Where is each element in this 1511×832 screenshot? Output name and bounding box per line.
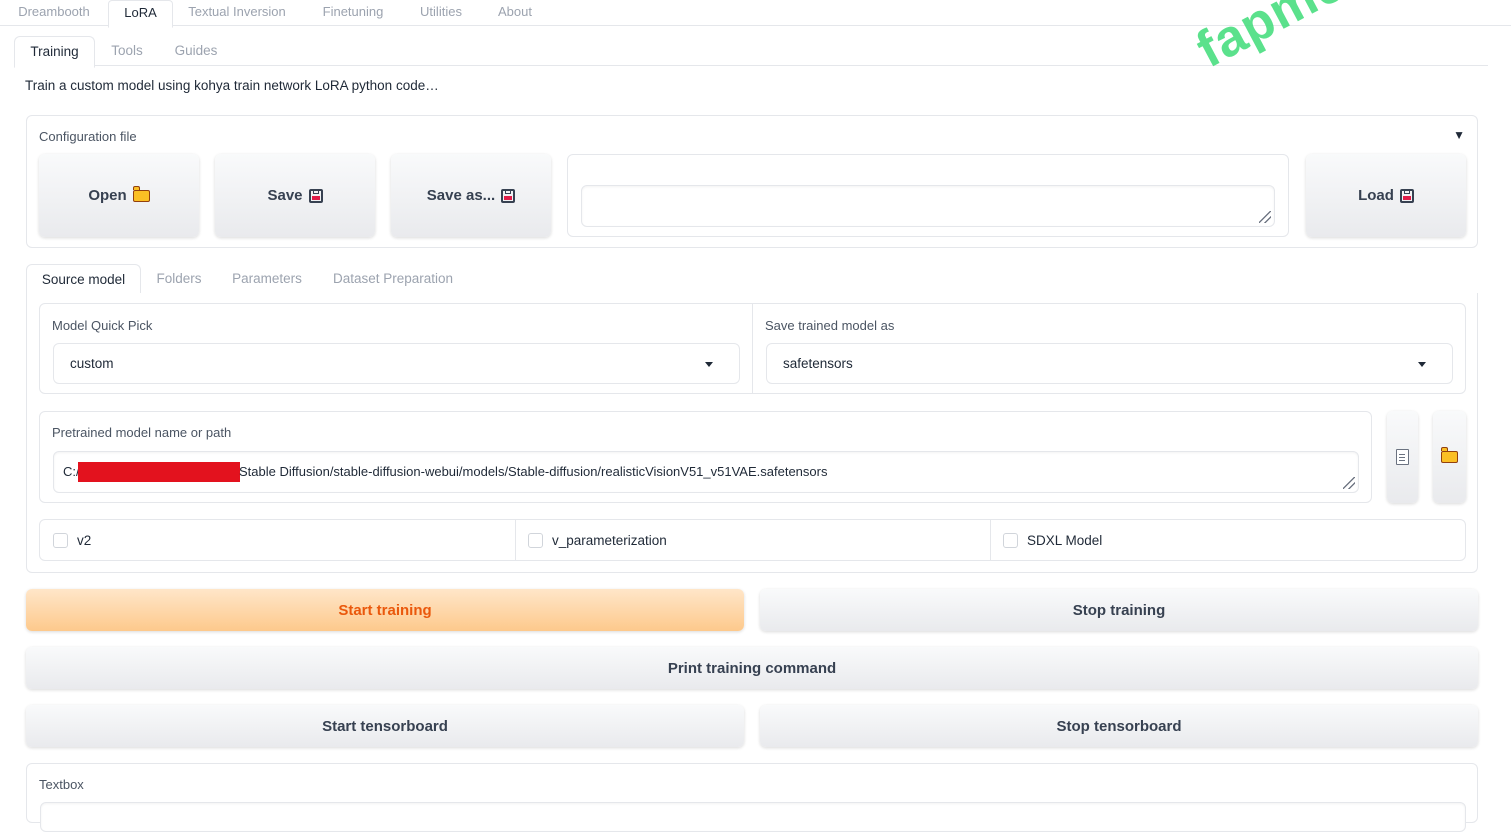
model-options-row: Model Quick Pick custom Save trained mod… — [39, 303, 1466, 394]
model-quick-pick-dropdown[interactable]: custom — [53, 343, 740, 384]
select-model-folder-button[interactable] — [1433, 411, 1466, 503]
tab-source-model[interactable]: Source model — [26, 264, 141, 296]
tab-textual-inversion[interactable]: Textual Inversion — [178, 0, 296, 26]
stop-tensorboard-button[interactable]: Stop tensorboard — [760, 705, 1478, 747]
save-trained-model-label: Save trained model as — [765, 318, 895, 333]
model-quick-pick-label: Model Quick Pick — [52, 318, 153, 333]
resize-grip-icon[interactable] — [1259, 211, 1271, 223]
pretrained-path-suffix: Stable Diffusion/stable-diffusion-webui/… — [239, 464, 828, 479]
v2-checkbox[interactable] — [53, 533, 68, 548]
section-tab-bar: Source model Folders Parameters Dataset … — [26, 264, 1478, 296]
tab-guides[interactable]: Guides — [164, 36, 228, 66]
tab-lora[interactable]: LoRA — [108, 0, 173, 28]
select-model-file-button[interactable] — [1387, 411, 1418, 503]
v-parameterization-label: v_parameterization — [552, 533, 667, 548]
config-file-path-input[interactable] — [581, 185, 1275, 227]
textbox-label: Textbox — [39, 777, 84, 792]
model-flags-row: v2 v_parameterization SDXL Model — [39, 519, 1466, 561]
pretrained-model-group: Pretrained model name or path C:/ Stable… — [39, 411, 1372, 503]
tab-folders[interactable]: Folders — [148, 264, 210, 294]
load-config-button[interactable]: Load — [1306, 154, 1466, 237]
source-model-panel: Model Quick Pick custom Save trained mod… — [26, 293, 1478, 573]
sdxl-model-checkbox[interactable] — [1003, 533, 1018, 548]
folder-icon — [1441, 447, 1458, 463]
config-path-wrapper — [567, 154, 1289, 237]
divider — [752, 304, 753, 393]
config-file-label: Configuration file — [39, 129, 137, 144]
textbox-input[interactable] — [40, 802, 1466, 832]
start-training-button[interactable]: Start training — [26, 589, 744, 631]
model-quick-pick-value: custom — [70, 356, 114, 371]
chevron-down-icon — [705, 362, 713, 367]
open-config-button[interactable]: Open — [39, 154, 199, 237]
sdxl-model-label: SDXL Model — [1027, 533, 1103, 548]
print-training-command-button[interactable]: Print training command — [26, 647, 1478, 689]
save-button-label: Save — [267, 187, 303, 204]
floppy-disk-icon — [308, 188, 323, 203]
resize-grip-icon[interactable] — [1343, 477, 1355, 489]
folder-icon — [132, 185, 150, 202]
tab-finetuning[interactable]: Finetuning — [310, 0, 396, 26]
tab-tools[interactable]: Tools — [100, 36, 154, 66]
floppy-disk-icon — [1399, 188, 1414, 203]
textbox-panel: Textbox — [26, 763, 1478, 832]
chevron-down-icon — [1418, 362, 1426, 367]
pretrained-model-label: Pretrained model name or path — [52, 425, 232, 440]
tab-about[interactable]: About — [486, 0, 544, 26]
save-as-config-button[interactable]: Save as... — [391, 154, 551, 237]
tab-parameters[interactable]: Parameters — [224, 264, 310, 294]
tab-dataset-preparation[interactable]: Dataset Preparation — [324, 264, 462, 294]
divider — [515, 520, 516, 560]
divider — [990, 520, 991, 560]
tab-dreambooth[interactable]: Dreambooth — [4, 0, 104, 26]
collapse-toggle-icon[interactable]: ▼ — [1453, 128, 1465, 142]
save-trained-model-dropdown[interactable]: safetensors — [766, 343, 1453, 384]
save-trained-model-value: safetensors — [783, 356, 853, 371]
pretrained-model-path-input[interactable]: C:/ Stable Diffusion/stable-diffusion-we… — [53, 451, 1359, 493]
v2-label: v2 — [77, 533, 92, 548]
save-as-button-label: Save as... — [426, 187, 496, 204]
tab-utilities[interactable]: Utilities — [408, 0, 474, 26]
page-description: Train a custom model using kohya train n… — [25, 78, 439, 93]
tab-training[interactable]: Training — [14, 36, 95, 68]
stop-training-button[interactable]: Stop training — [760, 589, 1478, 631]
save-config-button[interactable]: Save — [215, 154, 375, 237]
open-button-label: Open — [88, 187, 127, 204]
start-tensorboard-button[interactable]: Start tensorboard — [26, 705, 744, 747]
load-button-label: Load — [1358, 187, 1394, 204]
redacted-username — [78, 462, 240, 482]
file-icon — [1396, 449, 1409, 465]
config-file-panel: Configuration file ▼ Open Save Save as..… — [26, 115, 1478, 248]
floppy-disk-icon — [501, 188, 516, 203]
v-parameterization-checkbox[interactable] — [528, 533, 543, 548]
